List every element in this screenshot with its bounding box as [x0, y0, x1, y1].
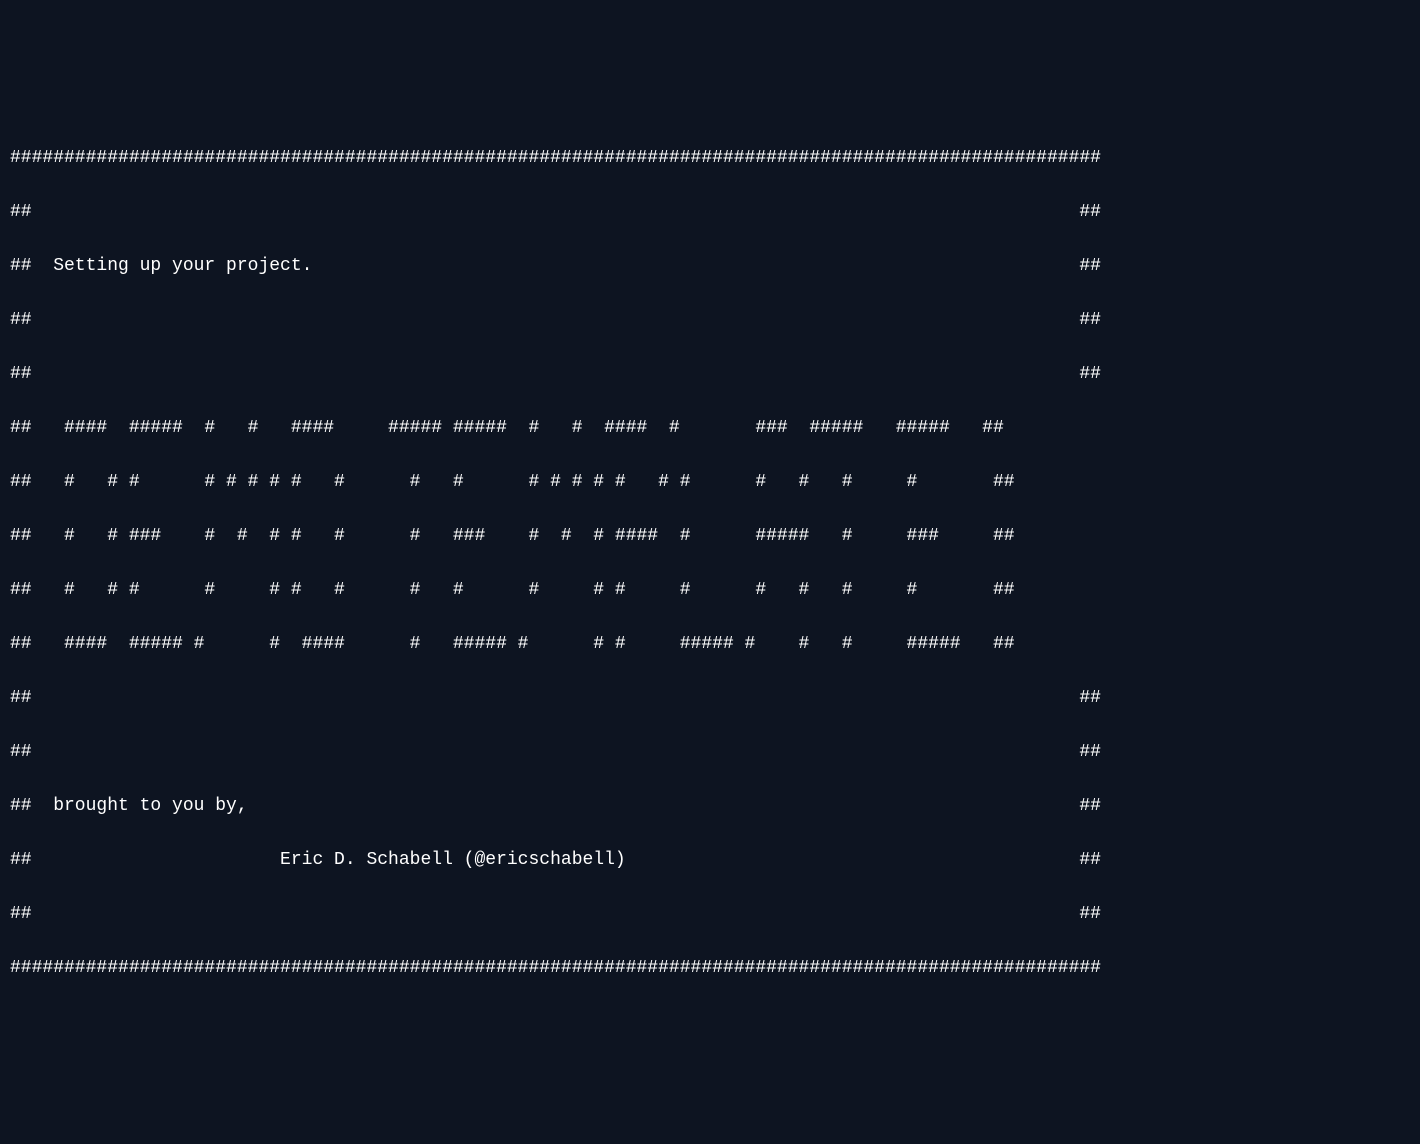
ascii-art-line: ## #### ##### # # #### # ##### # # # ###… [10, 631, 1410, 658]
banner-line: ## ## [10, 361, 1410, 388]
banner-line: ## ## [10, 685, 1410, 712]
banner-line: ## ## [10, 739, 1410, 766]
banner-line: ########################################… [10, 145, 1410, 172]
banner-line: ## ## [10, 901, 1410, 928]
banner-line: ########################################… [10, 955, 1410, 982]
banner-line: ## ## [10, 199, 1410, 226]
banner-line: ## ## [10, 307, 1410, 334]
terminal-output: ########################################… [10, 118, 1410, 1009]
ascii-art-line: ## # # # # # # # # # # # # # # # # # ## [10, 577, 1410, 604]
banner-line: ## Setting up your project. ## [10, 253, 1410, 280]
author-line: ## Eric D. Schabell (@ericschabell) ## [10, 847, 1410, 874]
ascii-art-line: ## # # ### # # # # # # ### # # # #### # … [10, 523, 1410, 550]
credit-line: ## brought to you by, ## [10, 793, 1410, 820]
ascii-art-line: ## #### ##### # # #### ##### ##### # # #… [10, 415, 1410, 442]
ascii-art-line: ## # # # # # # # # # # # # # # # # # # #… [10, 469, 1410, 496]
